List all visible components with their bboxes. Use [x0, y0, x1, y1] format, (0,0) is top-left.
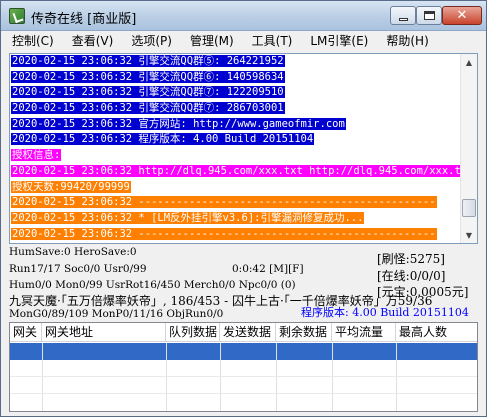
menu-options[interactable]: 选项(P) — [122, 32, 181, 51]
minimize-icon — [398, 17, 408, 21]
col-gateway[interactable]: 网关 — [10, 323, 42, 342]
grid-line — [332, 343, 333, 411]
log-line-text: 2020-02-15 23:06:32 官方网站: http://www.gam… — [11, 117, 346, 130]
log-line: 2020-02-15 23:06:32 --------------------… — [11, 227, 460, 243]
menu-manage[interactable]: 管理(M) — [181, 32, 243, 51]
col-gateway-address[interactable]: 网关地址 — [42, 323, 166, 342]
program-version: 程序版本: 4.00 Build 20151104 — [301, 306, 469, 319]
gateway-table[interactable]: 网关 网关地址 队列数据 发送数据 剩余数据 平均流量 最高人数 — [9, 322, 478, 412]
log-line: 2020-02-15 23:06:32 引擎交流QQ群⑦: 286703001 — [11, 101, 460, 117]
col-queue-data[interactable]: 队列数据 — [166, 323, 220, 342]
status-brush: [刷怪:5275] — [377, 252, 445, 266]
grid-line — [42, 343, 43, 411]
app-icon — [9, 8, 25, 24]
status-hum: Hum0/0 Mon0/99 UsrRot16/450 Merch0/0 Npc… — [9, 279, 296, 291]
menu-bar: 控制(C) 查看(V) 选项(P) 管理(M) 工具(T) LM引擎(E) 帮助… — [1, 32, 486, 51]
grid-line — [10, 393, 477, 394]
menu-tools[interactable]: 工具(T) — [243, 32, 302, 51]
log-line: 2020-02-15 23:06:32 * [LM反外挂引擎v3.6]:引擎漏洞… — [11, 211, 460, 227]
grid-line — [10, 376, 477, 377]
status-run: Run17/17 Soc0/0 Usr0/99 — [9, 263, 147, 275]
log-line-text: 授权信息: — [11, 149, 62, 162]
log-line-text: 2020-02-15 23:06:32 * [LM反外挂引擎v3.6]:引擎漏洞… — [11, 211, 365, 224]
scroll-up-icon[interactable]: ▲ — [461, 54, 477, 70]
title-bar[interactable]: 传奇在线 [商业版] ✕ — [1, 1, 486, 31]
maximize-icon — [423, 11, 435, 20]
table-row[interactable] — [10, 343, 477, 360]
maximize-button[interactable] — [416, 6, 442, 25]
log-line: 2020-02-15 23:06:32 引擎交流QQ群⑦: 122209510 — [11, 85, 460, 101]
log-line: 2020-02-15 23:06:32 引擎交流QQ群⑤: 264221952 — [11, 54, 460, 70]
log-scrollbar[interactable]: ▲ ▼ — [460, 54, 477, 243]
table-header: 网关 网关地址 队列数据 发送数据 剩余数据 平均流量 最高人数 — [10, 323, 477, 342]
log-line: 授权信息: — [11, 148, 460, 164]
col-sent-data[interactable]: 发送数据 — [220, 323, 276, 342]
status-panel: HumSave:0 HeroSave:0 [刷怪:5275] Run17/17 … — [9, 246, 479, 320]
menu-control[interactable]: 控制(C) — [3, 32, 63, 51]
minimize-button[interactable] — [390, 6, 416, 25]
log-line-text: 2020-02-15 23:06:32 引擎交流QQ群⑥: 140598634 — [11, 70, 285, 83]
grid-line — [396, 343, 397, 411]
log-line-text: 2020-02-15 23:06:32 http://dlq.945.com/x… — [11, 164, 460, 177]
status-timer: 0:0:42 [M][F] — [232, 263, 304, 275]
log-line: 授权天数:99420/99999 — [11, 180, 460, 196]
scroll-down-icon[interactable]: ▼ — [461, 227, 477, 243]
menu-view[interactable]: 查看(V) — [63, 32, 123, 51]
log-line: 2020-02-15 23:06:32 http://dlq.945.com/x… — [11, 164, 460, 180]
window-title: 传奇在线 [商业版] — [31, 12, 137, 27]
log-line: 2020-02-15 23:06:32 程序版本: 4.00 Build 201… — [11, 132, 460, 148]
status-online: [在线:0/0/0] — [377, 269, 446, 283]
col-avg-traffic[interactable]: 平均流量 — [332, 323, 396, 342]
log-line-text: 2020-02-15 23:06:32 --------------------… — [11, 196, 437, 209]
log-line: 2020-02-15 23:06:32 --------------------… — [11, 195, 460, 211]
menu-help[interactable]: 帮助(H) — [377, 32, 437, 51]
status-humsave: HumSave:0 HeroSave:0 — [9, 246, 137, 258]
menu-lm-engine[interactable]: LM引擎(E) — [301, 32, 377, 51]
log-panel[interactable]: 2020-02-15 23:06:32 引擎交流QQ群⑤: 264221952 2… — [9, 53, 478, 244]
close-button[interactable]: ✕ — [442, 6, 482, 25]
log-line-text: 2020-02-15 23:06:32 引擎交流QQ群⑦: 122209510 — [11, 86, 285, 99]
grid-line — [276, 343, 277, 411]
log-list: 2020-02-15 23:06:32 引擎交流QQ群⑤: 264221952 2… — [11, 54, 460, 243]
log-line-text: 授权天数:99420/99999 — [11, 180, 131, 193]
main-window: 传奇在线 [商业版] ✕ 控制(C) 查看(V) 选项(P) 管理(M) 工具(… — [0, 0, 487, 417]
grid-line — [220, 343, 221, 411]
log-line-text: 2020-02-15 23:06:32 程序版本: 4.00 Build 201… — [11, 133, 315, 146]
close-icon: ✕ — [456, 8, 468, 23]
log-line-text: 2020-02-15 23:06:32 引擎交流QQ群⑦: 286703001 — [11, 102, 285, 115]
log-line: 2020-02-15 23:06:32 引擎交流QQ群⑥: 140598634 — [11, 70, 460, 86]
log-line-text: 2020-02-15 23:06:32 引擎交流QQ群⑤: 264221952 — [11, 55, 285, 67]
grid-line — [166, 343, 167, 411]
log-line: 2020-02-15 23:06:32 官方网站: http://www.gam… — [11, 117, 460, 133]
log-line-text: 2020-02-15 23:06:32 --------------------… — [11, 227, 437, 240]
col-max-users[interactable]: 最高人数 — [396, 323, 477, 342]
scroll-thumb[interactable] — [462, 199, 476, 217]
status-mon: MonG0/89/109 MonP0/11/16 ObjRun0/0 — [9, 308, 224, 320]
col-remaining-data[interactable]: 剩余数据 — [276, 323, 332, 342]
